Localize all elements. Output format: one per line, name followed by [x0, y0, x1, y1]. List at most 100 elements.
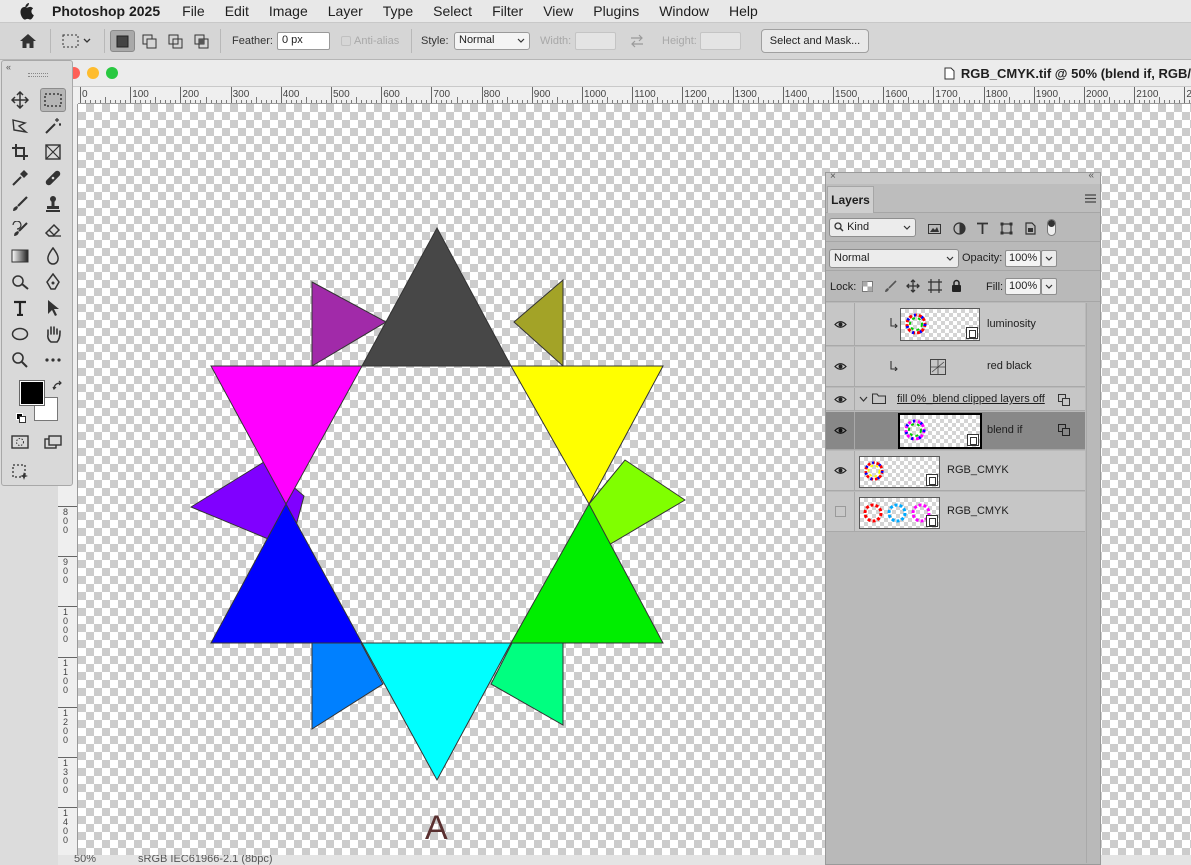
layer-thumbnail[interactable]	[859, 456, 940, 488]
eraser-tool[interactable]	[40, 218, 66, 242]
fill-input[interactable]: 100%	[1005, 278, 1041, 295]
marquee-preset-picker[interactable]	[56, 30, 98, 52]
generative-fill-button[interactable]	[7, 460, 33, 484]
layer-row-rgb-cmyk-hidden[interactable]: RGB_CMYK	[826, 492, 1085, 532]
add-to-selection-button[interactable]	[137, 30, 162, 52]
select-and-mask-button[interactable]: Select and Mask...	[761, 29, 869, 53]
quick-mask-button[interactable]	[7, 430, 33, 454]
layer-row-rgb-cmyk[interactable]: RGB_CMYK	[826, 451, 1085, 491]
filter-toggle-switch[interactable]	[1047, 219, 1056, 236]
pen-tool[interactable]	[40, 270, 66, 294]
screen-mode-button[interactable]	[40, 430, 66, 454]
foreground-color-swatch-front[interactable]	[19, 380, 45, 406]
menu-type[interactable]: Type	[383, 3, 413, 19]
menu-image[interactable]: Image	[269, 3, 308, 19]
clone-stamp-tool[interactable]	[40, 192, 66, 216]
filter-kind-select[interactable]: Kind	[829, 218, 916, 237]
layer-group-row[interactable]: fill 0%_blend clipped layers off	[826, 388, 1085, 411]
adjustment-layer-filter-icon[interactable]	[953, 222, 966, 235]
fill-dropdown-button[interactable]	[1041, 278, 1057, 295]
blur-tool[interactable]	[40, 244, 66, 268]
layer-thumbnail[interactable]	[900, 308, 980, 341]
menu-file[interactable]: File	[182, 3, 205, 19]
smart-object-filter-icon[interactable]	[1024, 222, 1037, 235]
magic-wand-tool[interactable]	[40, 114, 66, 138]
menu-view[interactable]: View	[543, 3, 573, 19]
crop-tool[interactable]	[7, 140, 33, 164]
type-tool[interactable]	[7, 296, 33, 320]
frame-tool[interactable]	[40, 140, 66, 164]
lock-position-icon[interactable]	[906, 279, 920, 293]
rectangular-marquee-tool[interactable]	[40, 88, 66, 112]
layer-name[interactable]: blend if	[987, 424, 1022, 436]
layer-thumbnail[interactable]	[898, 413, 982, 449]
lock-all-icon[interactable]	[951, 279, 962, 293]
menu-filter[interactable]: Filter	[492, 3, 523, 19]
lock-image-pixels-icon[interactable]	[884, 280, 897, 293]
tab-layers[interactable]: Layers	[827, 186, 874, 213]
layer-visibility-toggle[interactable]	[826, 303, 855, 345]
layer-visibility-toggle[interactable]	[826, 412, 855, 449]
maximize-window-button[interactable]	[106, 67, 118, 79]
path-selection-tool[interactable]	[40, 296, 66, 320]
layer-name[interactable]: RGB_CMYK	[947, 464, 1009, 476]
subtract-from-selection-button[interactable]	[163, 30, 188, 52]
menu-layer[interactable]: Layer	[328, 3, 363, 19]
ellipse-tool[interactable]	[7, 322, 33, 346]
style-select[interactable]: Normal	[454, 32, 530, 50]
edit-toolbar-button[interactable]	[40, 348, 66, 372]
minimize-window-button[interactable]	[87, 67, 99, 79]
menu-plugins[interactable]: Plugins	[593, 3, 639, 19]
layer-row-blend-if[interactable]: blend if	[826, 412, 1085, 450]
gradient-tool[interactable]	[7, 244, 33, 268]
blend-mode-select[interactable]: Normal	[829, 249, 959, 268]
status-zoom[interactable]: 50%	[74, 855, 96, 865]
hand-tool[interactable]	[40, 322, 66, 346]
layer-name[interactable]: RGB_CMYK	[947, 505, 1009, 517]
layer-thumbnail[interactable]	[859, 497, 940, 529]
layer-name[interactable]: red black	[987, 360, 1032, 372]
move-tool[interactable]	[7, 88, 33, 112]
feather-input[interactable]: 0 px	[277, 32, 330, 50]
layer-visibility-toggle[interactable]	[826, 492, 855, 531]
lasso-tool[interactable]	[7, 114, 33, 138]
lock-artboard-icon[interactable]	[928, 279, 942, 293]
lock-transparent-pixels-icon[interactable]	[862, 281, 873, 292]
shape-layer-filter-icon[interactable]	[1000, 222, 1013, 235]
layer-visibility-toggle[interactable]	[826, 451, 855, 490]
layer-name[interactable]: fill 0%_blend clipped layers off	[897, 393, 1045, 405]
menu-help[interactable]: Help	[729, 3, 758, 19]
home-button[interactable]	[14, 30, 42, 52]
close-panel-icon[interactable]: ×	[830, 171, 836, 182]
layer-row-red-black[interactable]: red black	[826, 347, 1085, 387]
layer-row-luminosity[interactable]: luminosity	[826, 303, 1085, 346]
toolbox-grip[interactable]	[28, 73, 48, 77]
pixel-layer-filter-icon[interactable]	[928, 224, 941, 234]
app-name-menu[interactable]: Photoshop 2025	[52, 3, 160, 19]
group-expand-chevron-icon[interactable]	[859, 396, 868, 403]
menu-window[interactable]: Window	[659, 3, 709, 19]
opacity-input[interactable]: 100%	[1005, 250, 1041, 267]
swap-colors-icon[interactable]	[52, 380, 64, 392]
new-selection-button[interactable]	[110, 30, 135, 52]
layer-name[interactable]: luminosity	[987, 318, 1036, 330]
spot-healing-brush-tool[interactable]	[40, 166, 66, 190]
ruler-horizontal[interactable]: 0 100 200 300 400 500 600 700 800 900 1000 1100 1200…	[78, 87, 1191, 104]
layer-visibility-toggle[interactable]	[826, 388, 855, 410]
apple-menu-icon[interactable]	[0, 2, 52, 20]
layer-visibility-toggle[interactable]	[826, 347, 855, 386]
collapse-toolbox-icon[interactable]: «	[6, 62, 11, 72]
intersect-selection-button[interactable]	[189, 30, 214, 52]
brush-tool[interactable]	[7, 192, 33, 216]
opacity-dropdown-button[interactable]	[1041, 250, 1057, 267]
dodge-tool[interactable]	[7, 270, 33, 294]
eyedropper-tool[interactable]	[7, 166, 33, 190]
history-brush-tool[interactable]	[7, 218, 33, 242]
type-layer-filter-icon[interactable]	[976, 222, 989, 235]
menu-select[interactable]: Select	[433, 3, 472, 19]
zoom-tool[interactable]	[7, 348, 33, 372]
collapse-panel-icon[interactable]: «	[1088, 170, 1094, 181]
menu-edit[interactable]: Edit	[225, 3, 249, 19]
default-colors-icon[interactable]	[16, 413, 26, 423]
layers-scrollbar[interactable]	[1086, 303, 1100, 863]
